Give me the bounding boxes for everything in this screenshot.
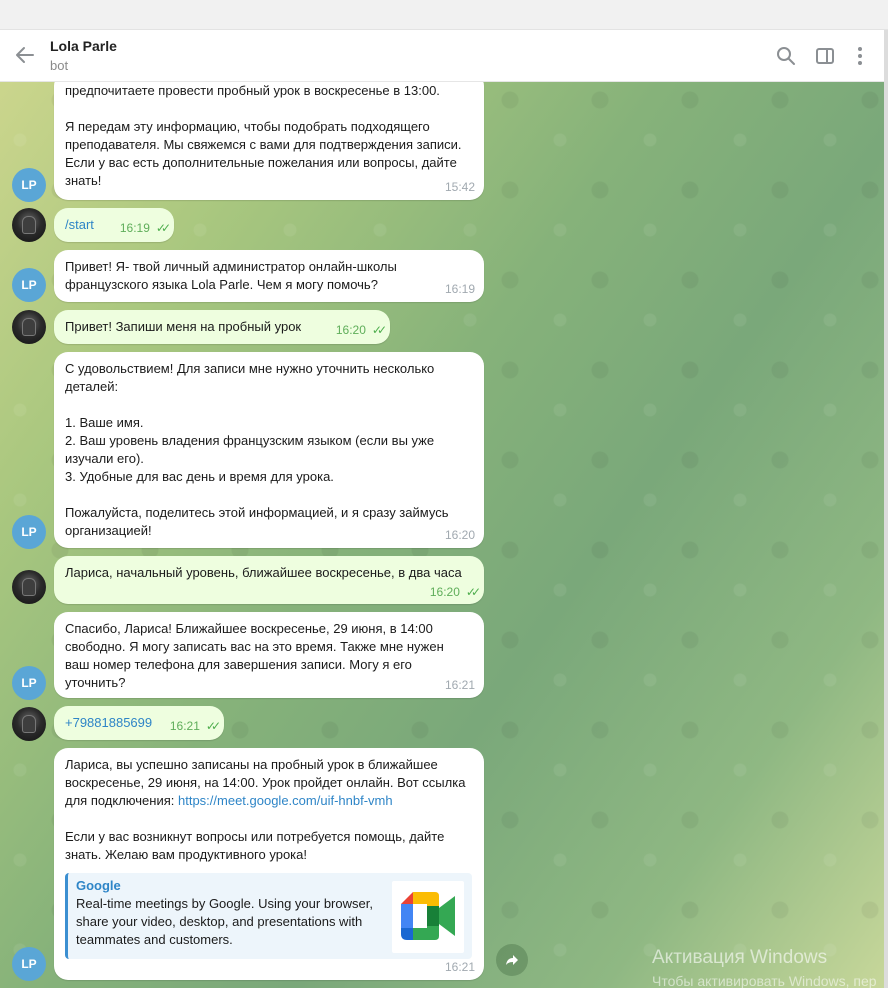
message-bubble-outgoing: /start 16:19 ✓✓: [54, 208, 174, 242]
top-strip: [0, 0, 888, 30]
message-bubble-outgoing: Привет! Запиши меня на пробный урок 16:2…: [54, 310, 390, 344]
message-time: 16:21: [444, 678, 475, 692]
link-preview-description: Real-time meetings by Google. Using your…: [76, 896, 373, 947]
message-time: 16:20: [444, 528, 475, 542]
message-bubble-incoming: Лариса, вы успешно записаны на пробный у…: [54, 748, 484, 980]
message-text: С удовольствием! Для записи мне нужно ут…: [65, 361, 449, 538]
chat-window: предпочитаете провести пробный урок в во…: [0, 30, 884, 988]
chat-title[interactable]: Lola Parle: [50, 38, 117, 54]
message-time: 16:21 ✓✓: [169, 719, 221, 733]
sidebar-toggle-icon: [816, 48, 834, 64]
user-avatar[interactable]: [12, 310, 46, 344]
message-bubble-outgoing: +79881885699 16:21 ✓✓: [54, 706, 224, 740]
link-preview-text: Google Real-time meetings by Google. Usi…: [76, 877, 386, 953]
bot-avatar[interactable]: LP: [12, 666, 46, 700]
message-bubble-outgoing: Лариса, начальный уровень, ближайшее вос…: [54, 556, 484, 604]
chat-header: Lola Parle bot: [0, 30, 884, 82]
link-preview[interactable]: Google Real-time meetings by Google. Usi…: [65, 873, 472, 959]
google-meet-icon: [392, 881, 464, 953]
message-time: 16:21: [444, 960, 475, 974]
message-text: Лариса, начальный уровень, ближайшее вос…: [65, 565, 462, 580]
message-time: 15:42: [444, 180, 475, 194]
chat-status: bot: [50, 58, 69, 73]
back-button[interactable]: [12, 42, 38, 68]
message-text: Привет! Запиши меня на пробный урок: [65, 319, 302, 334]
more-vertical-icon: [858, 47, 862, 65]
forward-button[interactable]: [496, 944, 528, 976]
more-menu-button[interactable]: [848, 44, 872, 68]
link-preview-site: Google: [76, 878, 121, 893]
search-icon: [777, 47, 795, 65]
read-checkmarks-icon: ✓✓: [371, 323, 387, 337]
message-time: 16:20 ✓✓: [429, 585, 481, 599]
read-checkmarks-icon: ✓✓: [465, 585, 481, 599]
bot-command-link[interactable]: /start: [65, 217, 94, 232]
phone-number-link[interactable]: +79881885699: [65, 715, 152, 730]
message-bubble-incoming: Привет! Я- твой личный администратор онл…: [54, 250, 484, 302]
windows-activation-text: Чтобы активировать Windows, пер: [652, 973, 877, 988]
meeting-link[interactable]: https://meet.google.com/uif-hnbf-vmh: [178, 793, 393, 808]
bot-avatar[interactable]: LP: [12, 947, 46, 981]
bot-avatar[interactable]: LP: [12, 515, 46, 549]
message-time: 16:19 ✓✓: [119, 221, 171, 235]
bot-avatar[interactable]: LP: [12, 168, 46, 202]
message-bubble-incoming: С удовольствием! Для записи мне нужно ут…: [54, 352, 484, 548]
user-avatar[interactable]: [12, 570, 46, 604]
message-time: 16:20 ✓✓: [335, 323, 387, 337]
arrow-left-icon: [16, 47, 34, 63]
message-bubble-incoming: Спасибо, Лариса! Ближайшее воскресенье, …: [54, 612, 484, 698]
bot-avatar[interactable]: LP: [12, 268, 46, 302]
search-button[interactable]: [774, 44, 798, 68]
window-edge: [884, 30, 888, 988]
message-text: предпочитаете провести пробный урок в во…: [65, 83, 462, 188]
read-checkmarks-icon: ✓✓: [155, 221, 171, 235]
message-time: 16:19: [444, 282, 475, 296]
message-text: Лариса, вы успешно записаны на пробный у…: [65, 757, 466, 862]
user-avatar[interactable]: [12, 707, 46, 741]
message-list: предпочитаете провести пробный урок в во…: [0, 30, 884, 988]
message-text: Привет! Я- твой личный администратор онл…: [65, 259, 397, 292]
user-avatar[interactable]: [12, 208, 46, 242]
message-text: Спасибо, Лариса! Ближайшее воскресенье, …: [65, 621, 444, 690]
windows-activation-title: Активация Windows: [652, 947, 828, 968]
read-checkmarks-icon: ✓✓: [205, 719, 221, 733]
forward-arrow-icon: [506, 955, 518, 965]
message-bubble-incoming: предпочитаете провести пробный урок в во…: [54, 72, 484, 200]
side-panel-button[interactable]: [813, 44, 837, 68]
